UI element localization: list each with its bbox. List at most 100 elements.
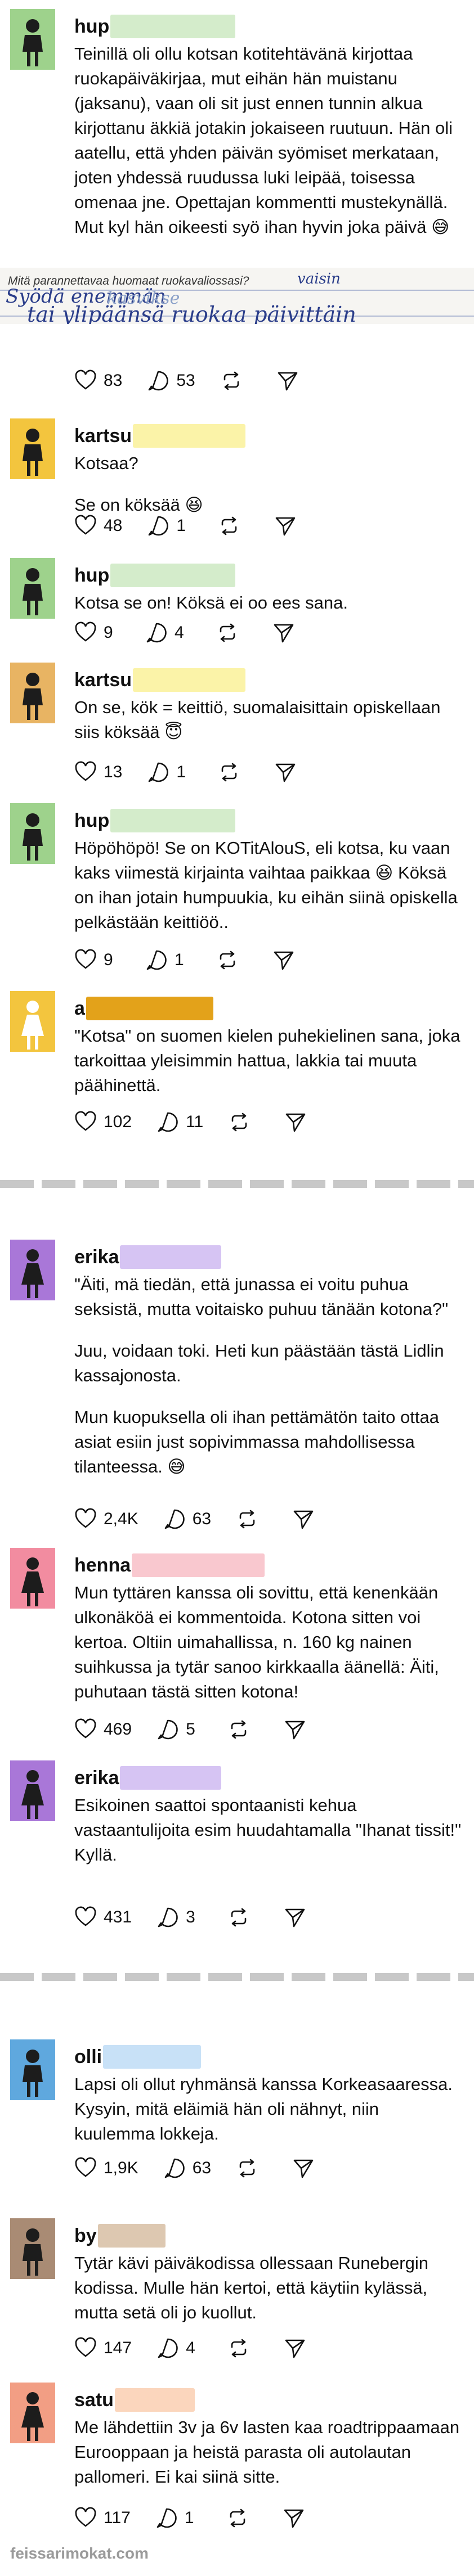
avatar[interactable] xyxy=(10,2218,55,2279)
repost-button[interactable] xyxy=(216,622,239,644)
username[interactable]: olli xyxy=(74,2044,102,2070)
share-button[interactable] xyxy=(284,1718,306,1741)
avatar[interactable] xyxy=(10,418,55,479)
username[interactable]: by xyxy=(74,2223,97,2249)
username[interactable]: hup xyxy=(74,13,109,39)
share-button[interactable] xyxy=(284,1906,306,1929)
comment-icon xyxy=(158,2338,178,2358)
share-button[interactable] xyxy=(284,1111,307,1133)
like-button[interactable]: 102 xyxy=(74,1111,132,1133)
post-actions: 147 4 xyxy=(74,2334,340,2362)
username[interactable]: hup xyxy=(74,808,109,834)
avatar[interactable] xyxy=(10,9,55,70)
repost-button[interactable] xyxy=(218,515,240,537)
like-button[interactable]: 117 xyxy=(74,2507,131,2529)
avatar[interactable] xyxy=(10,2039,55,2100)
reply-button[interactable]: 4 xyxy=(145,622,191,644)
reply-button[interactable]: 1 xyxy=(147,515,193,537)
username[interactable]: erika xyxy=(74,1244,119,1270)
reply-button[interactable]: 1 xyxy=(155,2507,202,2529)
avatar[interactable] xyxy=(10,1548,55,1609)
redacted-name xyxy=(103,2045,202,2069)
reply-button[interactable]: 1 xyxy=(145,949,191,971)
share-button[interactable] xyxy=(276,370,299,392)
send-icon xyxy=(285,1113,306,1132)
repost-button[interactable] xyxy=(227,1906,250,1929)
like-button[interactable]: 469 xyxy=(74,1718,132,1741)
post-actions: 117 1 xyxy=(74,2504,339,2532)
heart-icon xyxy=(75,1718,96,1739)
post-text: "Äiti, mä tiedän, että junassa ei voitu … xyxy=(74,1275,449,1476)
username[interactable]: a xyxy=(74,996,85,1021)
reply-button[interactable]: 63 xyxy=(163,2157,211,2179)
share-button[interactable] xyxy=(283,2507,305,2529)
avatar[interactable] xyxy=(10,2383,55,2443)
share-button[interactable] xyxy=(274,515,297,537)
repost-icon xyxy=(220,951,235,970)
redacted-name xyxy=(110,809,236,832)
reply-button[interactable]: 63 xyxy=(163,1508,211,1530)
reply-button[interactable]: 3 xyxy=(156,1906,203,1929)
share-button[interactable] xyxy=(272,949,295,971)
repost-icon xyxy=(220,623,235,642)
redacted-name xyxy=(132,1553,265,1577)
repost-button[interactable] xyxy=(227,1718,250,1741)
username[interactable]: henna xyxy=(74,1552,131,1578)
repost-button[interactable] xyxy=(218,761,240,783)
post-text: On se, kök = keittiö, suomalaisittain op… xyxy=(74,697,441,742)
repost-icon xyxy=(231,1908,247,1927)
reply-button[interactable]: 1 xyxy=(147,761,193,783)
send-icon xyxy=(276,763,296,782)
post-actions: 1,9K 63 xyxy=(74,2154,348,2182)
like-button[interactable]: 9 xyxy=(74,622,120,644)
share-button[interactable] xyxy=(274,761,297,783)
heart-icon xyxy=(75,1111,96,1131)
like-button[interactable]: 1,9K xyxy=(74,2157,138,2179)
reply-button[interactable]: 4 xyxy=(156,2337,203,2359)
reply-button[interactable]: 11 xyxy=(156,1111,203,1133)
username[interactable]: kartsu xyxy=(74,667,132,693)
post-actions: 469 5 xyxy=(74,1715,340,1744)
like-button[interactable]: 2,4K xyxy=(74,1508,138,1530)
comment-icon xyxy=(158,1112,178,1132)
heart-icon xyxy=(75,949,96,969)
like-button[interactable]: 431 xyxy=(74,1906,132,1929)
post-text: Kotsa se on! Köksä ei oo ees sana. xyxy=(74,593,348,613)
post-actions: 13 1 xyxy=(74,758,330,786)
teacher-comment-photo: Mitä parannettavaa huomaat ruokavaliossa… xyxy=(0,268,474,324)
repost-button[interactable] xyxy=(220,370,243,392)
share-button[interactable] xyxy=(272,622,295,644)
like-button[interactable]: 147 xyxy=(74,2337,132,2359)
share-button[interactable] xyxy=(292,2157,315,2179)
heart-icon xyxy=(75,1508,96,1528)
comment-icon xyxy=(164,2158,185,2178)
repost-button[interactable] xyxy=(228,1111,251,1133)
like-button[interactable]: 83 xyxy=(74,370,122,392)
share-button[interactable] xyxy=(292,1508,315,1530)
like-button[interactable]: 13 xyxy=(74,761,122,783)
repost-button[interactable] xyxy=(227,2337,250,2359)
comment-icon xyxy=(146,950,167,970)
avatar[interactable] xyxy=(10,1760,55,1821)
username[interactable]: satu xyxy=(74,2387,114,2413)
repost-button[interactable] xyxy=(236,2157,258,2179)
thread-separator xyxy=(0,1973,474,1981)
like-button[interactable]: 48 xyxy=(74,515,122,537)
repost-button[interactable] xyxy=(226,2507,249,2529)
username[interactable]: kartsu xyxy=(74,423,132,449)
repost-button[interactable] xyxy=(216,949,239,971)
username[interactable]: hup xyxy=(74,562,109,588)
username[interactable]: erika xyxy=(74,1765,119,1791)
like-button[interactable]: 9 xyxy=(74,949,120,971)
reply-button[interactable]: 5 xyxy=(156,1718,203,1741)
avatar[interactable] xyxy=(10,1240,55,1300)
repost-button[interactable] xyxy=(236,1508,258,1530)
repost-icon xyxy=(231,2339,247,2358)
reply-button[interactable]: 53 xyxy=(147,370,195,392)
share-button[interactable] xyxy=(284,2337,306,2359)
avatar[interactable] xyxy=(10,803,55,864)
avatar[interactable] xyxy=(10,558,55,619)
send-icon xyxy=(274,624,294,643)
avatar[interactable] xyxy=(10,991,55,1052)
avatar[interactable] xyxy=(10,663,55,723)
